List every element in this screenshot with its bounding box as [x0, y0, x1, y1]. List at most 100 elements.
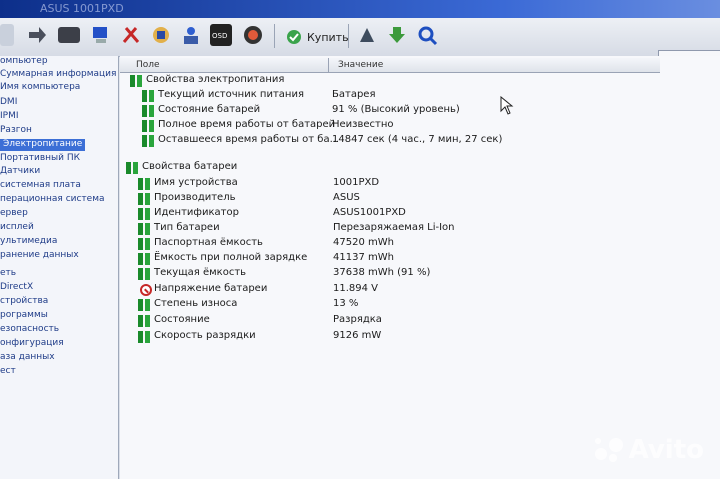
search-icon[interactable]: [416, 24, 438, 46]
sidebar-item-power[interactable]: Электропитание: [0, 139, 86, 151]
property-row[interactable]: Состояние батарей 91 % (Высокий уровень): [142, 104, 652, 119]
voltage-icon: [140, 284, 152, 296]
sidebar-item[interactable]: IPMI: [0, 111, 19, 123]
property-value: 41137 mWh: [333, 252, 394, 263]
buy-button[interactable]: Купить: [285, 27, 349, 47]
property-value: 13 %: [333, 298, 359, 309]
battery-icon: [142, 105, 156, 117]
property-label: Состояние: [154, 314, 210, 325]
property-row[interactable]: Тип батареи Перезаряжаемая Li-Ion: [138, 222, 648, 237]
column-header: Поле Значение: [120, 58, 660, 73]
property-label: Тип батареи: [154, 222, 220, 233]
sidebar-item[interactable]: ервер: [0, 208, 28, 220]
section-header[interactable]: Свойства электропитания: [130, 74, 650, 89]
sidebar-item[interactable]: омпьютер: [0, 56, 48, 68]
sidebar-item[interactable]: DMI: [0, 97, 17, 109]
sidebar-item[interactable]: Суммарная информация: [0, 69, 116, 81]
sidebar-item[interactable]: езопасность: [0, 324, 59, 336]
sidebar-item[interactable]: аза данных: [0, 352, 55, 364]
pin-icon[interactable]: [356, 24, 378, 46]
property-row[interactable]: Идентификатор ASUS1001PXD: [138, 207, 648, 222]
sidebar-item[interactable]: DirectX: [0, 282, 33, 294]
property-label: Состояние батарей: [158, 104, 261, 115]
favorites-icon[interactable]: [150, 24, 172, 46]
property-label: Имя устройства: [154, 177, 238, 188]
property-value: 1001PXD: [333, 177, 380, 188]
property-value: 14847 сек (4 час., 7 мин, 27 сек): [332, 134, 503, 145]
report-icon[interactable]: [58, 27, 80, 43]
title-bar: ASUS 1001PXD: [0, 0, 720, 18]
property-value: ASUS: [333, 192, 360, 203]
sidebar-item[interactable]: ест: [0, 366, 16, 378]
battery-icon: [138, 315, 152, 327]
download-arrow-icon[interactable]: [386, 24, 408, 46]
toolbar: OSD Купить: [0, 18, 720, 57]
sidebar-item[interactable]: Датчики: [0, 166, 40, 178]
user-icon[interactable]: [180, 24, 202, 46]
battery-icon: [138, 193, 152, 205]
sidebar-tree: омпьютер Суммарная информация Имя компью…: [0, 56, 119, 479]
toolbar-separator: [274, 24, 275, 48]
column-divider[interactable]: [328, 58, 329, 72]
property-label: Напряжение батареи: [154, 283, 268, 294]
property-row[interactable]: Оставшееся время работы от ба... 14847 с…: [142, 134, 652, 149]
tools-icon[interactable]: [120, 24, 142, 46]
sidebar-item[interactable]: ранение данных: [0, 250, 79, 262]
property-row[interactable]: Ёмкость при полной зарядке 41137 mWh: [138, 252, 648, 267]
sidebar-item[interactable]: Имя компьютера: [0, 82, 80, 94]
cart-icon: [287, 30, 301, 44]
property-label: Ёмкость при полной зарядке: [154, 252, 308, 263]
battery-icon: [138, 331, 152, 343]
property-row[interactable]: Скорость разрядки 9126 mW: [138, 330, 648, 345]
property-label: Идентификатор: [154, 207, 239, 218]
sidebar-item[interactable]: исплей: [0, 222, 34, 234]
window-title: ASUS 1001PXD: [40, 2, 124, 15]
forward-icon[interactable]: [26, 24, 48, 46]
record-icon[interactable]: [242, 24, 264, 46]
property-row[interactable]: Производитель ASUS: [138, 192, 648, 207]
toolbar-separator: [348, 24, 349, 48]
battery-icon: [138, 299, 152, 311]
sidebar-item[interactable]: перационная система: [0, 194, 105, 206]
battery-icon: [138, 178, 152, 190]
property-row[interactable]: Текущая ёмкость 37638 mWh (91 %): [138, 267, 648, 282]
property-row[interactable]: Напряжение батареи 11.894 V: [138, 283, 648, 298]
property-value: 9126 mW: [333, 330, 382, 341]
sidebar-item[interactable]: Разгон: [0, 125, 32, 137]
property-label: Текущая ёмкость: [154, 267, 247, 278]
battery-icon: [130, 75, 144, 87]
property-label: Текущий источник питания: [158, 89, 304, 100]
property-value: 91 % (Высокий уровень): [332, 104, 460, 115]
mouse-cursor-icon: [500, 96, 514, 115]
sidebar-item[interactable]: системная плата: [0, 180, 81, 192]
sidebar-item[interactable]: рограммы: [0, 310, 48, 322]
sidebar-item[interactable]: Портативный ПК: [0, 153, 80, 165]
column-field[interactable]: Поле: [136, 60, 160, 70]
osd-icon[interactable]: OSD: [210, 24, 232, 46]
property-row[interactable]: Полное время работы от батарей Неизвестн…: [142, 119, 652, 134]
computer-icon[interactable]: [90, 24, 112, 46]
sidebar-item[interactable]: ультимедиа: [0, 236, 57, 248]
battery-icon: [138, 208, 152, 220]
property-value: ASUS1001PXD: [333, 207, 406, 218]
column-value[interactable]: Значение: [338, 60, 383, 70]
property-value: Батарея: [332, 89, 376, 100]
sidebar-item[interactable]: еть: [0, 268, 16, 280]
property-value: Разрядка: [333, 314, 382, 325]
watermark: Avito: [594, 435, 704, 465]
property-row[interactable]: Степень износа 13 %: [138, 298, 648, 313]
section-header[interactable]: Свойства батареи: [126, 161, 646, 176]
property-row[interactable]: Текущий источник питания Батарея: [142, 89, 652, 104]
battery-icon: [138, 238, 152, 250]
sidebar-item[interactable]: стройства: [0, 296, 48, 308]
battery-icon: [138, 223, 152, 235]
battery-icon: [142, 135, 156, 147]
property-row[interactable]: Состояние Разрядка: [138, 314, 648, 329]
back-arrow-icon[interactable]: [0, 24, 14, 46]
property-value: 11.894 V: [333, 283, 379, 294]
property-row[interactable]: Имя устройства 1001PXD: [138, 177, 648, 192]
property-row[interactable]: Паспортная ёмкость 47520 mWh: [138, 237, 648, 252]
property-label: Оставшееся время работы от ба...: [158, 134, 340, 145]
property-value: Перезаряжаемая Li-Ion: [333, 222, 455, 233]
sidebar-item[interactable]: онфигурация: [0, 338, 64, 350]
